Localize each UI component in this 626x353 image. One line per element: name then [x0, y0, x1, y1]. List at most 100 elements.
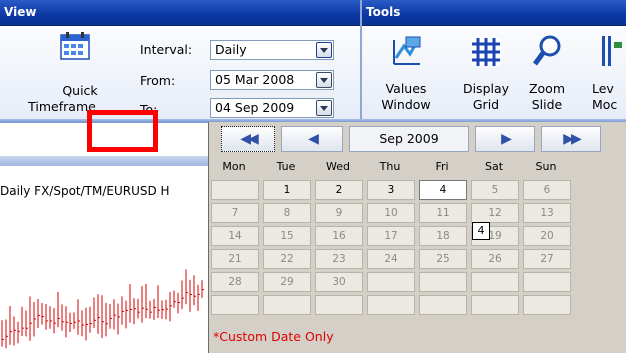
- day-cell-27: 27: [523, 249, 571, 269]
- from-label: From:: [140, 73, 176, 88]
- price-bar: [145, 283, 148, 319]
- day-cell-8: 8: [263, 203, 311, 223]
- values-window-line2: Window: [381, 97, 431, 112]
- price-bar: [101, 295, 104, 339]
- empty-day-cell: [471, 295, 519, 315]
- weekday-sun: Sun: [535, 160, 557, 173]
- price-bar: [89, 306, 92, 333]
- chart-header-bar: [0, 156, 208, 166]
- price-chart: [1, 269, 204, 349]
- weekday-sat: Sat: [484, 160, 504, 173]
- empty-day-cell: [523, 272, 571, 292]
- empty-day-cell: [471, 272, 519, 292]
- empty-day-cell: [211, 180, 259, 200]
- day-cell-23: 23: [315, 249, 363, 269]
- price-bar: [53, 308, 56, 334]
- price-bar: [85, 307, 88, 341]
- levels-icon: [602, 36, 622, 66]
- weekday-tue: Tue: [276, 160, 296, 173]
- price-bar: [117, 303, 120, 335]
- price-bar: [25, 310, 28, 337]
- price-bar: [5, 319, 8, 349]
- tools-group-header: Tools: [362, 0, 626, 26]
- values-window-button[interactable]: Values Window: [376, 32, 436, 116]
- zoom-slide-label: Zoom Slide: [522, 80, 572, 114]
- tools-group-title: Tools: [366, 5, 401, 19]
- prev-month-button[interactable]: ◀: [281, 126, 343, 152]
- values-window-icon: [393, 36, 421, 65]
- zoom-slide-line2: Slide: [531, 97, 563, 112]
- price-bar: [17, 321, 20, 344]
- price-bar: [197, 284, 200, 311]
- display-grid-button[interactable]: Display Grid: [456, 32, 516, 116]
- price-bar: [161, 300, 164, 320]
- day-cell-4[interactable]: 4: [419, 180, 467, 200]
- chevron-down-icon[interactable]: [316, 42, 332, 58]
- price-bar: [105, 302, 108, 337]
- to-date-field[interactable]: 04 Sep 2009: [210, 98, 334, 118]
- from-date-dropdown-icon[interactable]: [316, 72, 332, 88]
- empty-day-cell: [211, 295, 259, 315]
- day-cell-1[interactable]: 1: [263, 180, 311, 200]
- custom-date-note: *Custom Date Only: [213, 329, 334, 344]
- day-cell-7: 7: [211, 203, 259, 223]
- interval-select[interactable]: Daily: [210, 40, 334, 60]
- price-bar: [1, 320, 4, 347]
- right-arrow-icon: ▶: [501, 131, 512, 147]
- price-bar: [109, 303, 112, 329]
- view-panel: Quick Timeframe Interval: Daily From: 05…: [0, 26, 360, 120]
- day-cell-14: 14: [211, 226, 259, 246]
- next-year-button[interactable]: ▶▶: [541, 126, 601, 152]
- price-bar: [69, 312, 72, 333]
- price-bar: [201, 280, 204, 298]
- day-cell-13: 13: [523, 203, 571, 223]
- day-cell-30: 30: [315, 272, 363, 292]
- double-left-arrow-icon: ◀◀: [240, 131, 258, 147]
- weekday-thu: Thu: [379, 160, 401, 173]
- day-cell-2[interactable]: 2: [315, 180, 363, 200]
- day-cell-20: 20: [523, 226, 571, 246]
- price-bar: [37, 298, 40, 328]
- day-cell-29: 29: [263, 272, 311, 292]
- empty-day-cell: [367, 272, 415, 292]
- day-cell-16: 16: [315, 226, 363, 246]
- price-bar: [33, 302, 36, 337]
- price-bar: [113, 299, 116, 330]
- price-bar: [129, 284, 132, 323]
- day-cell-6: 6: [523, 180, 571, 200]
- day-cell-17: 17: [367, 226, 415, 246]
- empty-day-cell: [419, 272, 467, 292]
- levels-button[interactable]: Lev Moc: [584, 32, 626, 116]
- prev-year-button[interactable]: ◀◀: [221, 126, 275, 152]
- day-cell-12: 12: [471, 203, 519, 223]
- zoom-slide-button[interactable]: Zoom Slide: [522, 32, 572, 116]
- quick-timeframe-button[interactable]: Quick Timeframe: [28, 30, 120, 118]
- values-window-label: Values Window: [376, 80, 436, 114]
- from-date-field[interactable]: 05 Mar 2008: [210, 70, 334, 90]
- price-bar: [21, 306, 24, 337]
- price-bar: [81, 310, 84, 337]
- day-cell-18: 18: [419, 226, 467, 246]
- left-arrow-icon: ◀: [308, 131, 319, 147]
- day-cell-22: 22: [263, 249, 311, 269]
- day-cell-9: 9: [315, 203, 363, 223]
- price-bar: [133, 298, 136, 325]
- price-bar: [77, 299, 80, 335]
- day-cell-26: 26: [471, 249, 519, 269]
- next-month-button[interactable]: ▶: [475, 126, 535, 152]
- to-date-dropdown-icon[interactable]: [316, 100, 332, 116]
- price-bar: [189, 279, 192, 312]
- day-cell-10: 10: [367, 203, 415, 223]
- day-cell-3[interactable]: 3: [367, 180, 415, 200]
- price-bar: [169, 291, 172, 322]
- price-bar: [121, 296, 124, 325]
- to-date-value: 04 Sep 2009: [215, 100, 295, 115]
- weekday-fri: Fri: [435, 160, 449, 173]
- date-picker-popup: ◀◀ ◀ Sep 2009 ▶ ▶▶ Mon Tue Wed Thu Fri Sat Sun…: [208, 122, 626, 353]
- empty-day-cell: [523, 295, 571, 315]
- tools-panel: Values Window Display Grid Zoom Slide Le…: [362, 26, 626, 120]
- day-cell-24: 24: [367, 249, 415, 269]
- weekday-mon: Mon: [222, 160, 246, 173]
- price-bar: [177, 292, 180, 314]
- calendar-icon: [60, 32, 90, 60]
